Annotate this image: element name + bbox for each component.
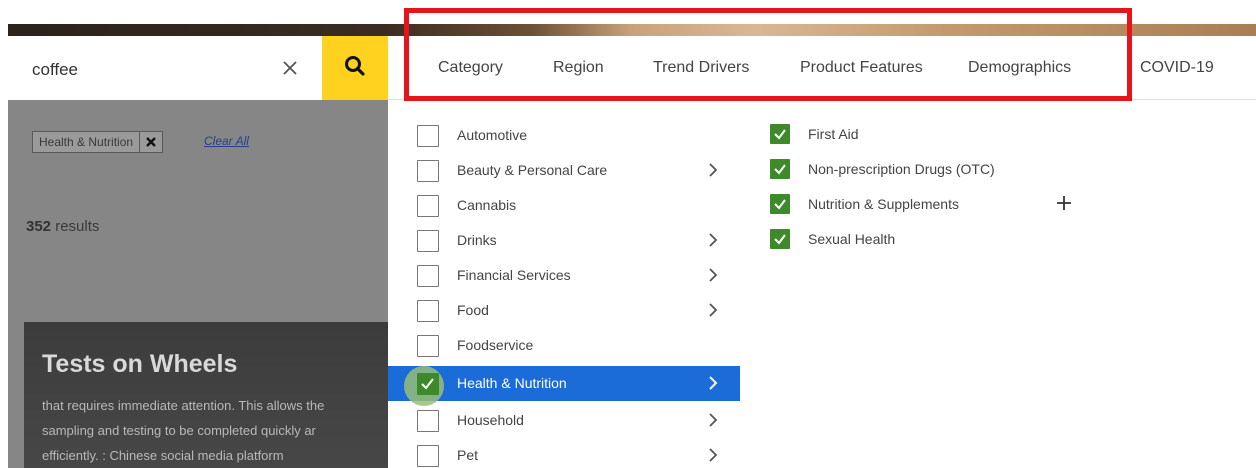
check-icon: [774, 234, 786, 245]
chevron-right-icon[interactable]: [706, 267, 720, 283]
category-checkbox-checked[interactable]: [417, 373, 439, 395]
chevron-right-icon[interactable]: [706, 447, 720, 463]
category-checkbox[interactable]: [417, 445, 439, 467]
category-label: Pet: [457, 447, 479, 463]
category-label: Cannabis: [457, 197, 517, 213]
subcategory-checkbox-checked[interactable]: [770, 229, 790, 249]
category-label: Drinks: [457, 232, 497, 248]
category-checkbox[interactable]: [417, 410, 439, 432]
category-checkbox[interactable]: [417, 195, 439, 217]
category-label: Health & Nutrition: [457, 375, 567, 391]
close-icon: [146, 137, 156, 147]
check-icon: [774, 164, 786, 175]
category-item-food[interactable]: Food: [388, 293, 740, 328]
results-panel: Health & Nutrition Clear All 352 results…: [8, 100, 388, 468]
check-icon: [774, 129, 786, 140]
card-title: Tests on Wheels: [42, 350, 238, 378]
card-text-line: that requires immediate attention. This …: [42, 398, 325, 413]
card-text-line: efficiently. : Chinese social media plat…: [42, 448, 284, 463]
category-checkbox[interactable]: [417, 300, 439, 322]
chevron-right-icon[interactable]: [706, 302, 720, 318]
clear-all-link[interactable]: Clear All: [204, 134, 249, 148]
chevron-right-icon[interactable]: [706, 412, 720, 428]
close-icon[interactable]: [276, 54, 304, 82]
subcategory-checkbox-checked[interactable]: [770, 159, 790, 179]
subcategory-checkbox-checked[interactable]: [770, 194, 790, 214]
remove-filter-button[interactable]: [140, 132, 162, 152]
category-label: Automotive: [457, 127, 528, 143]
chevron-right-icon[interactable]: [706, 162, 720, 178]
category-checkbox[interactable]: [417, 265, 439, 287]
card-text-line: sampling and testing to be completed qui…: [42, 423, 316, 438]
subcategory-label: First Aid: [808, 126, 859, 142]
search-icon: [344, 55, 366, 82]
category-label: Beauty & Personal Care: [457, 162, 608, 178]
result-count-suffix: results: [55, 218, 100, 235]
subcategory-panel: First Aid Non-prescription Drugs (OTC) N…: [740, 101, 1256, 468]
category-checkbox[interactable]: [417, 160, 439, 182]
header-banner-image: [8, 24, 1256, 36]
check-icon: [421, 378, 434, 390]
category-item-household[interactable]: Household: [388, 403, 740, 438]
category-item-health-nutrition[interactable]: Health & Nutrition: [388, 366, 740, 406]
tab-category[interactable]: Category: [438, 59, 503, 77]
category-label: Food: [457, 302, 489, 318]
chevron-right-icon[interactable]: [706, 375, 720, 391]
category-item-financial-services[interactable]: Financial Services: [388, 258, 740, 293]
category-item-pet[interactable]: Pet: [388, 438, 740, 468]
subcategory-label: Non-prescription Drugs (OTC): [808, 161, 995, 177]
category-checkbox[interactable]: [417, 335, 439, 357]
subcategory-label: Sexual Health: [808, 231, 896, 247]
plus-icon[interactable]: [1055, 194, 1073, 212]
category-label: Household: [457, 412, 524, 428]
chevron-right-icon[interactable]: [706, 232, 720, 248]
active-filter-chip: Health & Nutrition: [32, 131, 164, 153]
subcategory-label: Nutrition & Supplements: [808, 196, 959, 212]
subcategory-checkbox-checked[interactable]: [770, 124, 790, 144]
tab-trend-drivers[interactable]: Trend Drivers: [653, 59, 749, 77]
tab-covid-19[interactable]: COVID-19: [1140, 59, 1214, 77]
result-card[interactable]: Tests on Wheels that requires immediate …: [24, 322, 388, 468]
tab-demographics[interactable]: Demographics: [968, 59, 1071, 77]
category-label: Foodservice: [457, 337, 534, 353]
result-count: 352 results: [26, 218, 99, 235]
category-item-beauty-personal-care[interactable]: Beauty & Personal Care: [388, 153, 740, 188]
check-icon: [774, 199, 786, 210]
category-item-automotive[interactable]: Automotive: [388, 118, 740, 153]
tab-product-features[interactable]: Product Features: [800, 59, 923, 77]
search-input[interactable]: [32, 58, 272, 82]
category-item-drinks[interactable]: Drinks: [388, 223, 740, 258]
search-bar: [8, 36, 388, 100]
category-dropdown: Automotive Beauty & Personal Care Cannab…: [388, 101, 740, 468]
search-button[interactable]: [322, 36, 388, 100]
result-count-number: 352: [26, 218, 52, 235]
filter-chip-label: Health & Nutrition: [33, 132, 141, 152]
category-item-foodservice[interactable]: Foodservice: [388, 328, 740, 363]
filter-nav-tabs: Category Region Trend Drivers Product Fe…: [388, 36, 1256, 100]
category-checkbox[interactable]: [417, 230, 439, 252]
category-checkbox[interactable]: [417, 125, 439, 147]
tab-region[interactable]: Region: [553, 59, 604, 77]
category-item-cannabis[interactable]: Cannabis: [388, 188, 740, 223]
category-label: Financial Services: [457, 267, 571, 283]
